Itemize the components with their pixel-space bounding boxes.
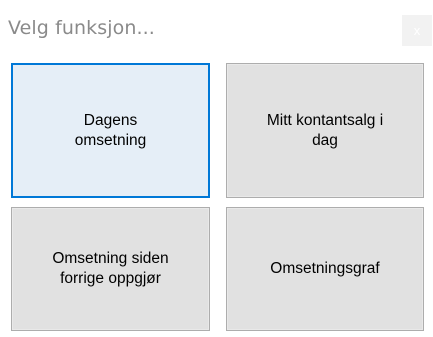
close-icon: x <box>413 23 421 38</box>
my-cash-sales-label-line2: dag <box>312 131 338 149</box>
title-bar: Velg funksjon... x <box>0 0 433 56</box>
todays-revenue-label-line1: Dagens <box>83 111 138 129</box>
todays-revenue-button[interactable]: Dagens omsetning <box>11 63 210 198</box>
my-cash-sales-today-button[interactable]: Mitt kontantsalg i dag <box>226 63 424 198</box>
close-button[interactable]: x <box>402 15 432 46</box>
my-cash-sales-label-line1: Mitt kontantsalg i <box>266 111 384 129</box>
revenue-since-settlement-label-line2: forrige oppgjør <box>60 270 161 287</box>
window-title: Velg funksjon... <box>8 17 155 39</box>
revenue-since-settlement-label-line1: Omsetning siden <box>52 250 169 267</box>
revenue-since-last-settlement-button[interactable]: Omsetning siden forrige oppgjør <box>11 207 210 331</box>
todays-revenue-label-line2: omsetning <box>74 131 147 149</box>
revenue-graph-label: Omsetningsgraf <box>270 260 380 277</box>
revenue-graph-button[interactable]: Omsetningsgraf <box>226 207 424 331</box>
